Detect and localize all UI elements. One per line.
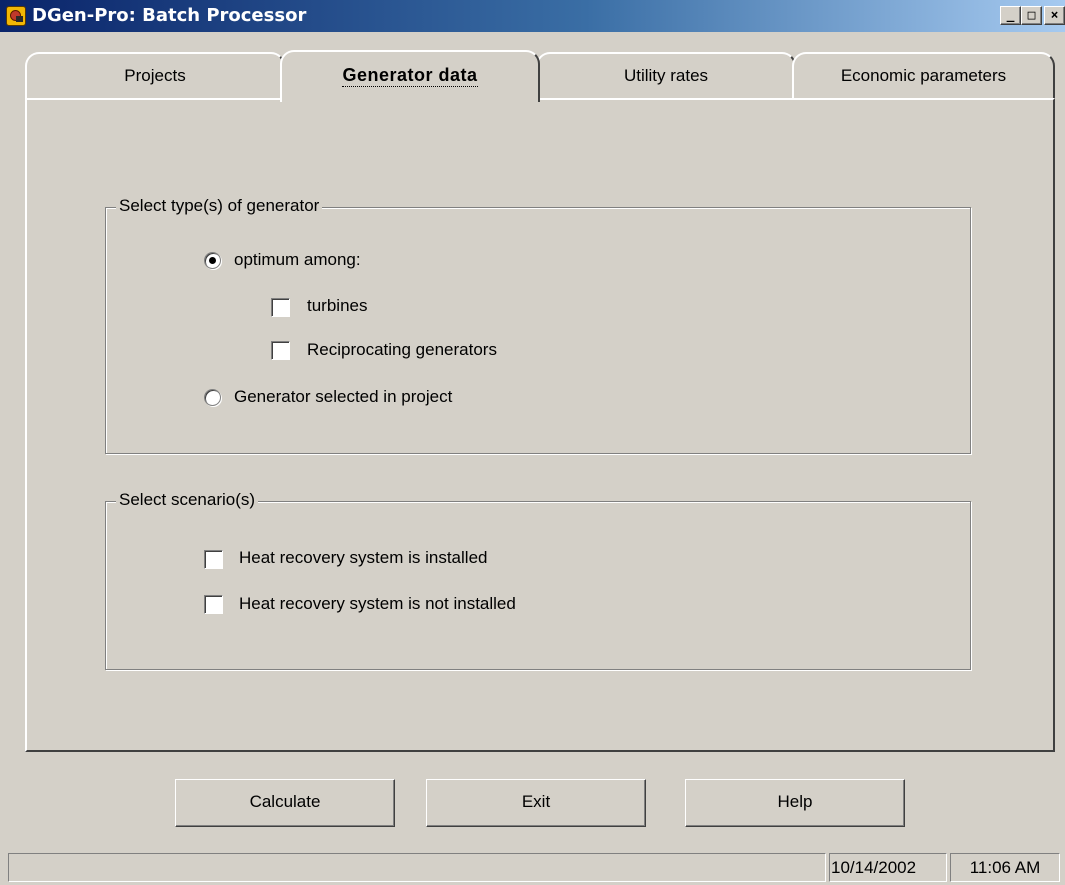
- scenario-group: [105, 501, 971, 670]
- reciprocating-generators-checkbox[interactable]: [271, 341, 290, 360]
- status-time: 11:06 AM: [950, 853, 1060, 882]
- tab-generator-data[interactable]: Generator data: [280, 50, 540, 102]
- generator-selected-in-project-label: Generator selected in project: [234, 387, 453, 406]
- turbines-label: turbines: [307, 296, 368, 315]
- status-date: 10/14/2002: [829, 853, 947, 882]
- minimize-icon: _: [1006, 8, 1015, 23]
- close-icon: ×: [1050, 8, 1059, 23]
- tab-label: Projects: [124, 66, 186, 85]
- heat-recovery-installed-checkbox[interactable]: [204, 550, 223, 569]
- close-button[interactable]: ×: [1044, 6, 1065, 25]
- tab-label: Generator data: [342, 65, 478, 87]
- exit-button[interactable]: Exit: [426, 779, 646, 827]
- generator-type-group-title: Select type(s) of generator: [116, 196, 323, 216]
- heat-recovery-not-installed-checkbox[interactable]: [204, 595, 223, 614]
- calculate-button-label: Calculate: [249, 792, 321, 811]
- tab-economic-parameters[interactable]: Economic parameters: [792, 52, 1055, 100]
- tab-utility-rates[interactable]: Utility rates: [536, 52, 796, 100]
- exit-button-label: Exit: [521, 792, 551, 811]
- help-button[interactable]: Help: [685, 779, 905, 827]
- generator-selected-in-project-radio[interactable]: [204, 389, 221, 406]
- app-icon[interactable]: [6, 6, 26, 26]
- maximize-button[interactable]: □: [1021, 6, 1042, 25]
- window-title: DGen-Pro: Batch Processor: [32, 5, 307, 26]
- heat-recovery-not-installed-label: Heat recovery system is not installed: [239, 594, 516, 613]
- status-message: [8, 853, 826, 882]
- maximize-icon: □: [1027, 8, 1036, 23]
- reciprocating-generators-label: Reciprocating generators: [307, 340, 497, 359]
- tab-label: Economic parameters: [840, 66, 1007, 85]
- optimum-among-label: optimum among:: [234, 250, 361, 269]
- calculate-button[interactable]: Calculate: [175, 779, 395, 827]
- heat-recovery-installed-label: Heat recovery system is installed: [239, 548, 488, 567]
- tab-projects[interactable]: Projects: [25, 52, 285, 100]
- help-button-label: Help: [777, 792, 813, 811]
- title-bar[interactable]: DGen-Pro: Batch Processor _ □ ×: [0, 0, 1065, 32]
- tab-label: Utility rates: [623, 66, 709, 85]
- scenario-group-title: Select scenario(s): [116, 490, 259, 510]
- optimum-among-radio[interactable]: [204, 252, 221, 269]
- minimize-button[interactable]: _: [1000, 6, 1021, 25]
- generator-type-group: [105, 207, 971, 454]
- turbines-checkbox[interactable]: [271, 298, 290, 317]
